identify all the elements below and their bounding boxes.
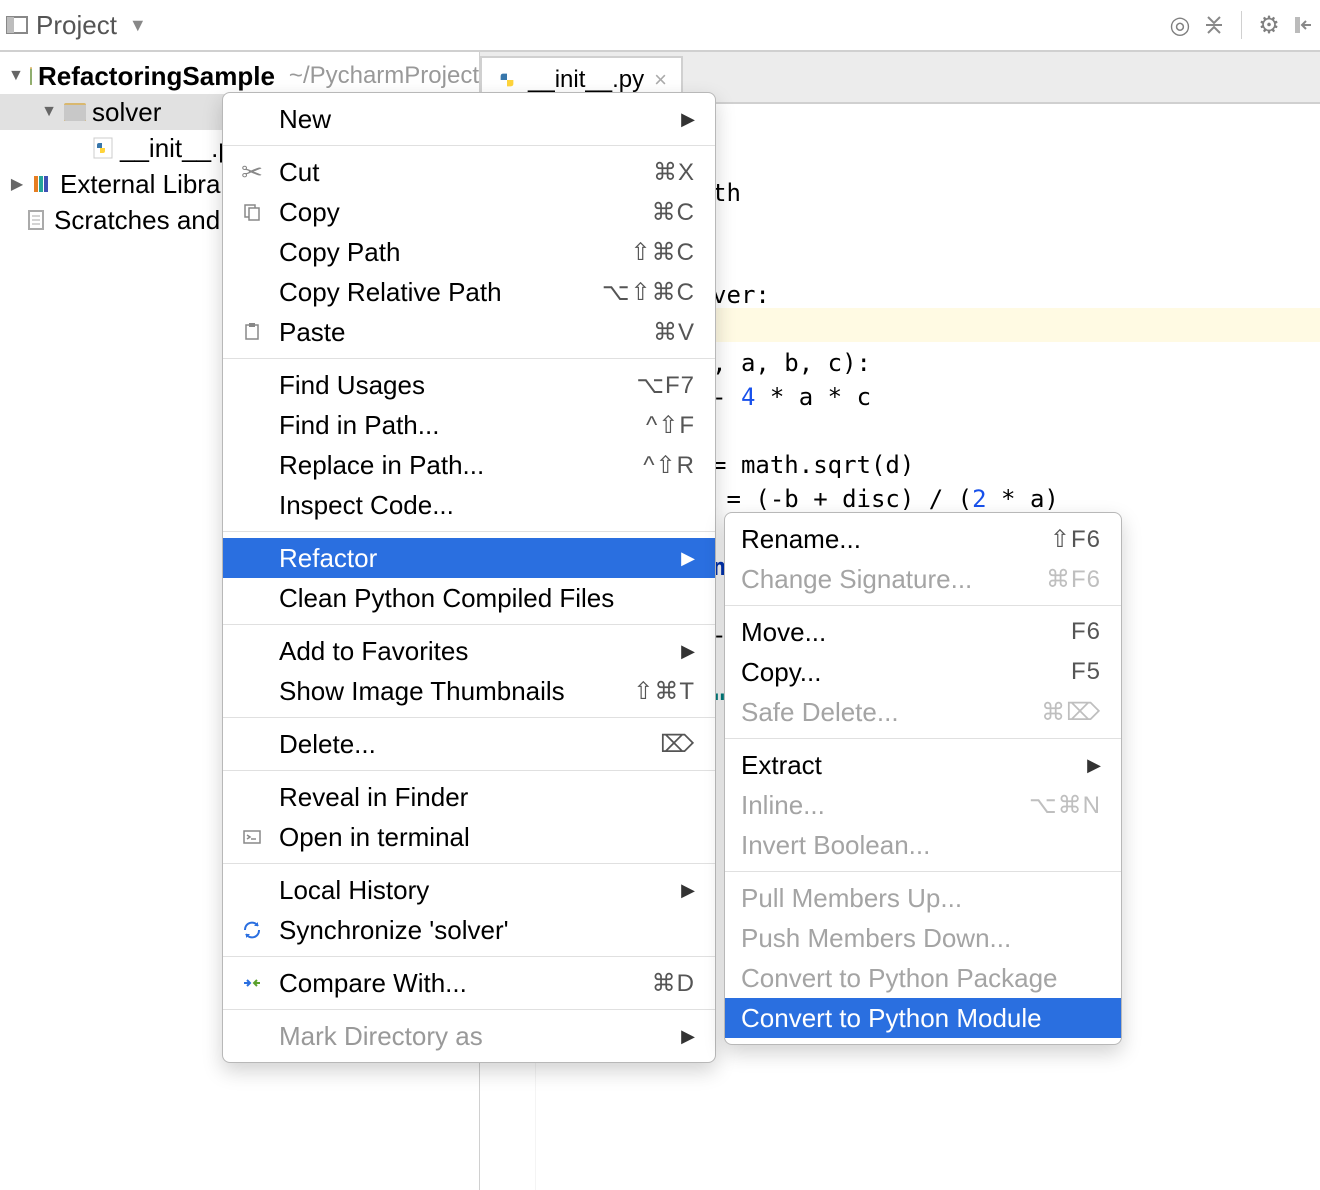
menu-item-cut[interactable]: ✂Cut⌘X [223,152,715,192]
context-menu: New▶ ✂Cut⌘X Copy⌘C Copy Path⇧⌘C Copy Rel… [222,92,716,1063]
tree-root-name: RefactoringSample [38,61,275,92]
menu-item-synchronize[interactable]: Synchronize 'solver' [223,910,715,950]
menu-item-replace-in-path[interactable]: Replace in Path...^⇧R [223,445,715,485]
submenu-arrow-icon: ▶ [1087,755,1101,776]
python-file-icon [92,137,114,159]
sync-icon [239,920,265,940]
python-file-icon [496,69,518,91]
menu-item-safe-delete: Safe Delete...⌘⌦ [725,692,1121,732]
gear-icon[interactable]: ⚙ [1258,14,1280,36]
menu-separator [223,145,715,146]
menu-separator [725,871,1121,872]
menu-item-image-thumbnails[interactable]: Show Image Thumbnails⇧⌘T [223,671,715,711]
copy-icon [239,203,265,221]
locate-icon[interactable]: ◎ [1169,14,1191,36]
submenu-arrow-icon: ▶ [681,109,695,130]
cut-icon: ✂ [239,157,265,188]
menu-separator [725,605,1121,606]
menu-separator [223,863,715,864]
folder-icon [64,103,86,121]
menu-item-local-history[interactable]: Local History▶ [223,870,715,910]
menu-item-inline: Inline...⌥⌘N [725,785,1121,825]
menu-separator [223,770,715,771]
disclose-arrow-icon[interactable]: ▼ [8,67,24,85]
submenu-arrow-icon: ▶ [681,548,695,569]
tree-root[interactable]: ▼ RefactoringSample ~/PycharmProject [0,58,479,94]
menu-item-open-terminal[interactable]: Open in terminal [223,817,715,857]
menu-item-add-favorites[interactable]: Add to Favorites▶ [223,631,715,671]
menu-item-copy-path[interactable]: Copy Path⇧⌘C [223,232,715,272]
menu-item-rename[interactable]: Rename...⇧F6 [725,519,1121,559]
tool-window-icon[interactable] [6,14,28,36]
menu-separator [223,624,715,625]
hide-icon[interactable] [1292,14,1314,36]
menu-item-compare-with[interactable]: Compare With...⌘D [223,963,715,1003]
menu-item-refactor[interactable]: Refactor▶ [223,538,715,578]
menu-item-new[interactable]: New▶ [223,99,715,139]
terminal-icon [239,828,265,846]
menu-item-change-signature: Change Signature...⌘F6 [725,559,1121,599]
menu-item-paste[interactable]: Paste⌘V [223,312,715,352]
project-label[interactable]: Project [36,10,117,41]
folder-icon [30,67,32,85]
menu-separator [223,358,715,359]
menu-separator [223,956,715,957]
tree-item-label: solver [92,97,161,128]
menu-item-invert-boolean: Invert Boolean... [725,825,1121,865]
scratch-icon [26,209,48,231]
menu-item-mark-directory[interactable]: Mark Directory as▶ [223,1016,715,1056]
menu-separator [223,531,715,532]
tree-root-path: ~/PycharmProject [289,62,479,90]
submenu-arrow-icon: ▶ [681,641,695,662]
menu-item-find-in-path[interactable]: Find in Path...^⇧F [223,405,715,445]
compare-icon [239,974,265,992]
menu-item-convert-to-module[interactable]: Convert to Python Module [725,998,1121,1038]
menu-separator [223,1009,715,1010]
submenu-arrow-icon: ▶ [681,1026,695,1047]
menu-item-copy-relative-path[interactable]: Copy Relative Path⌥⇧⌘C [223,272,715,312]
library-icon [32,173,54,195]
menu-separator [725,738,1121,739]
menu-item-convert-to-package: Convert to Python Package [725,958,1121,998]
disclose-arrow-icon[interactable]: ▼ [40,103,58,121]
collapse-icon[interactable] [1203,14,1225,36]
menu-item-inspect-code[interactable]: Inspect Code... [223,485,715,525]
project-dropdown-icon[interactable]: ▼ [129,15,147,36]
close-icon[interactable]: × [654,67,667,93]
paste-icon [239,323,265,341]
refactor-submenu: Rename...⇧F6 Change Signature...⌘F6 Move… [724,512,1122,1045]
menu-item-push-members-down: Push Members Down... [725,918,1121,958]
menu-item-reveal-finder[interactable]: Reveal in Finder [223,777,715,817]
menu-item-find-usages[interactable]: Find Usages⌥F7 [223,365,715,405]
tab-label: __init__.py [528,66,644,94]
menu-item-move[interactable]: Move...F6 [725,612,1121,652]
menu-item-pull-members-up: Pull Members Up... [725,878,1121,918]
menu-separator [223,717,715,718]
project-toolbar: Project ▼ ◎ ⚙ [0,0,1320,52]
menu-item-extract[interactable]: Extract▶ [725,745,1121,785]
submenu-arrow-icon: ▶ [681,880,695,901]
toolbar-separator [1241,11,1242,39]
menu-item-copy[interactable]: Copy⌘C [223,192,715,232]
menu-item-clean-pyc[interactable]: Clean Python Compiled Files [223,578,715,618]
menu-item-copy[interactable]: Copy...F5 [725,652,1121,692]
disclose-arrow-icon[interactable]: ▶ [8,174,26,194]
menu-item-delete[interactable]: Delete...⌦ [223,724,715,764]
